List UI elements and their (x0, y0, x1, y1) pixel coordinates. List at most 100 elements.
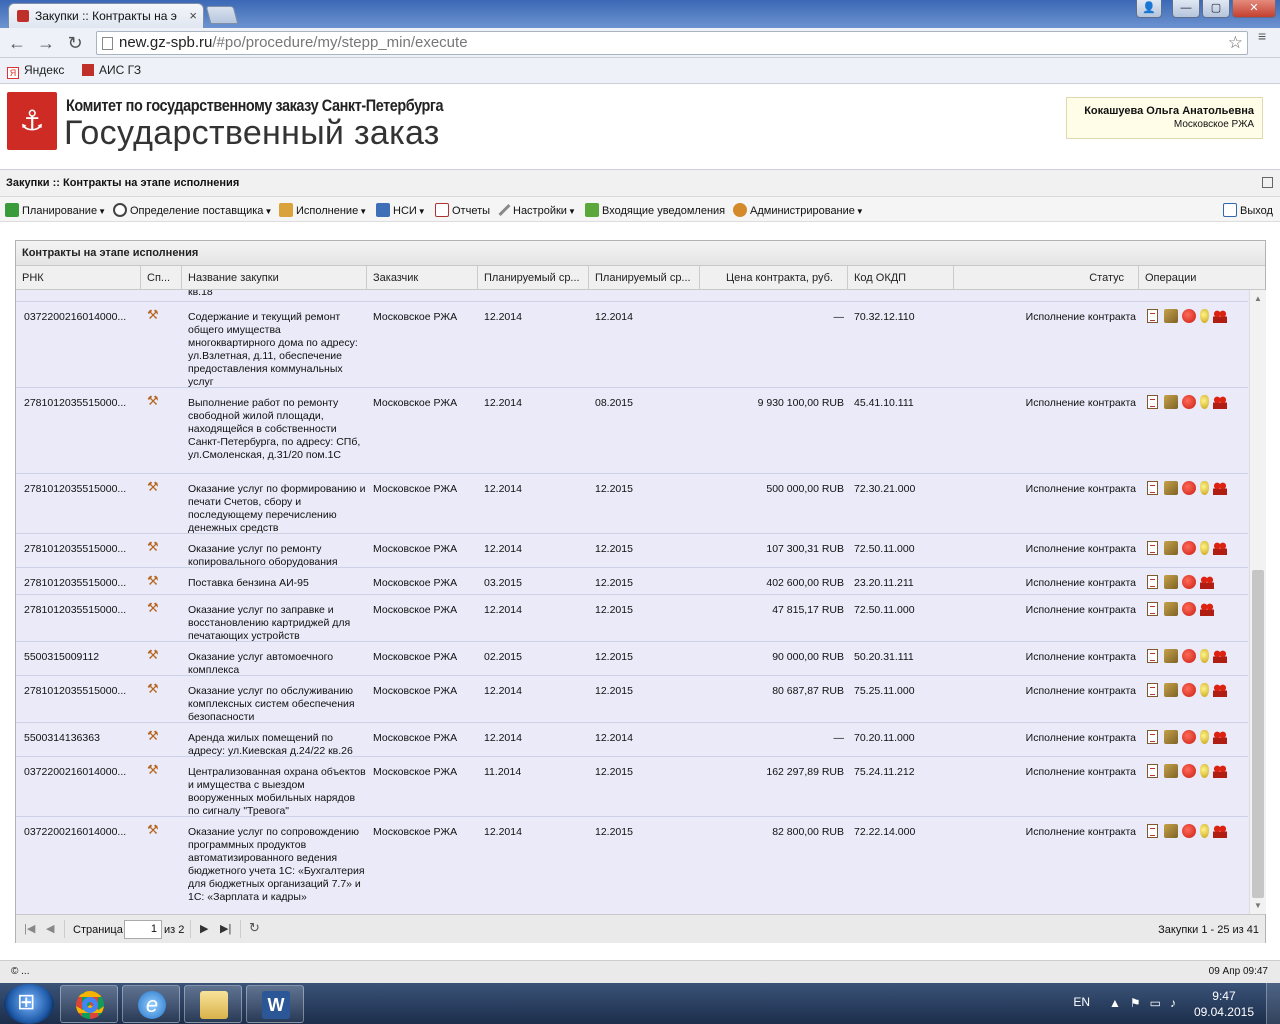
edit-contract-icon[interactable] (1164, 683, 1178, 697)
document-icon[interactable] (1147, 575, 1158, 589)
new-tab-button[interactable] (205, 6, 239, 24)
maximize-button[interactable]: ▢ (1202, 0, 1230, 18)
terminate-icon[interactable] (1182, 541, 1196, 555)
document-icon[interactable] (1147, 395, 1158, 409)
edit-contract-icon[interactable] (1164, 730, 1178, 744)
taskbar-chrome[interactable] (60, 985, 118, 1023)
col-header-rnk[interactable]: РНК (16, 266, 141, 290)
close-window-button[interactable]: ✕ (1232, 0, 1276, 18)
edit-contract-icon[interactable] (1164, 824, 1178, 838)
participants-icon[interactable] (1213, 683, 1227, 697)
payment-icon[interactable] (1200, 481, 1209, 495)
payment-icon[interactable] (1200, 764, 1209, 778)
table-row[interactable]: 2781012035515000... ⚒ Оказание услуг по фо… (16, 474, 1248, 534)
terminate-icon[interactable] (1182, 602, 1196, 616)
participants-icon[interactable] (1213, 824, 1227, 838)
forward-arrow-icon[interactable]: → (35, 32, 57, 54)
document-icon[interactable] (1147, 824, 1158, 838)
col-header-method[interactable]: Сп... (141, 266, 182, 290)
col-header-price[interactable]: Цена контракта, руб. (700, 266, 848, 290)
payment-icon[interactable] (1200, 309, 1209, 323)
show-desktop-button[interactable] (1266, 983, 1280, 1024)
terminate-icon[interactable] (1182, 683, 1196, 697)
browser-menu-icon[interactable]: ≡ (1258, 29, 1272, 43)
menu-reports[interactable]: Отчеты (435, 203, 490, 217)
address-bar[interactable]: new.gz-spb.ru/#po/procedure/my/stepp_min… (96, 31, 1248, 55)
terminate-icon[interactable] (1182, 395, 1196, 409)
payment-icon[interactable] (1200, 649, 1209, 663)
collapse-icon[interactable] (1262, 177, 1273, 188)
edit-contract-icon[interactable] (1164, 575, 1178, 589)
terminate-icon[interactable] (1182, 481, 1196, 495)
page-number-input[interactable]: 1 (124, 920, 162, 939)
taskbar-ie[interactable]: e (122, 985, 180, 1023)
start-button[interactable] (4, 984, 54, 1024)
logout-button[interactable]: Выход (1223, 203, 1273, 217)
bookmark-ais-gz[interactable]: АИС ГЗ (82, 63, 141, 77)
document-icon[interactable] (1147, 730, 1158, 744)
terminate-icon[interactable] (1182, 824, 1196, 838)
document-icon[interactable] (1147, 541, 1158, 555)
edit-contract-icon[interactable] (1164, 602, 1178, 616)
back-arrow-icon[interactable]: ← (6, 32, 28, 54)
table-row[interactable]: 0372200216014000... ⚒ Централизованная охр… (16, 757, 1248, 817)
edit-contract-icon[interactable] (1164, 481, 1178, 495)
last-page-icon[interactable]: ▶| (220, 922, 231, 935)
menu-settings[interactable]: Настройки▼ (498, 203, 576, 217)
scroll-up-arrow-icon[interactable]: ▲ (1254, 294, 1262, 303)
table-row[interactable]: 2781012035515000... ⚒ Выполнение работ по … (16, 388, 1248, 474)
minimize-button[interactable]: — (1172, 0, 1200, 18)
participants-icon[interactable] (1213, 481, 1227, 495)
terminate-icon[interactable] (1182, 730, 1196, 744)
table-row[interactable]: 2781012035515000... ⚒ Оказание услуг по ре… (16, 534, 1248, 568)
document-icon[interactable] (1147, 309, 1158, 323)
taskbar-word[interactable]: W (246, 985, 304, 1023)
terminate-icon[interactable] (1182, 764, 1196, 778)
tab-close-icon[interactable]: × (189, 8, 197, 23)
payment-icon[interactable] (1200, 395, 1209, 409)
table-row[interactable]: 0372200216014000... ⚒ Содержание и текущий… (16, 302, 1248, 388)
col-header-okdp[interactable]: Код ОКДП (848, 266, 954, 290)
participants-icon[interactable] (1200, 602, 1214, 616)
vertical-scrollbar[interactable]: ▲ ▼ (1249, 290, 1266, 914)
menu-nsi[interactable]: НСИ▼ (376, 203, 426, 217)
edit-contract-icon[interactable] (1164, 309, 1178, 323)
participants-icon[interactable] (1200, 575, 1214, 589)
menu-admin[interactable]: Администрирование▼ (733, 203, 864, 217)
participants-icon[interactable] (1213, 649, 1227, 663)
scrollbar-thumb[interactable] (1252, 570, 1264, 898)
col-header-status[interactable]: Статус (954, 266, 1139, 290)
menu-execution[interactable]: Исполнение▼ (279, 203, 367, 217)
taskbar-explorer[interactable] (184, 985, 242, 1023)
next-page-icon[interactable]: ▶ (200, 922, 208, 935)
edit-contract-icon[interactable] (1164, 541, 1178, 555)
document-icon[interactable] (1147, 764, 1158, 778)
menu-planning[interactable]: Планирование▼ (5, 203, 106, 217)
menu-supplier[interactable]: Определение поставщика▼ (113, 203, 272, 217)
participants-icon[interactable] (1213, 541, 1227, 555)
tray-icons[interactable]: ▲⚑▭♪ (1109, 996, 1185, 1010)
prev-page-icon[interactable]: ◀ (46, 922, 54, 935)
reload-icon[interactable]: ↻ (64, 32, 86, 54)
payment-icon[interactable] (1200, 541, 1209, 555)
col-header-name[interactable]: Название закупки (182, 266, 367, 290)
participants-icon[interactable] (1213, 395, 1227, 409)
payment-icon[interactable] (1200, 683, 1209, 697)
col-header-planned-date-2[interactable]: Планируемый ср... (589, 266, 700, 290)
table-row-partial[interactable]: кв.18 (16, 290, 1248, 302)
document-icon[interactable] (1147, 481, 1158, 495)
document-icon[interactable] (1147, 649, 1158, 663)
document-icon[interactable] (1147, 602, 1158, 616)
table-row[interactable]: 0372200216014000... ⚒ Оказание услуг по со… (16, 817, 1248, 914)
table-row[interactable]: 5500315009112 ⚒ Оказание услуг автомоечног… (16, 642, 1248, 676)
browser-tab[interactable]: Закупки :: Контракты на э × (8, 3, 204, 28)
first-page-icon[interactable]: |◀ (24, 922, 35, 935)
edit-contract-icon[interactable] (1164, 395, 1178, 409)
table-row[interactable]: 2781012035515000... ⚒ Оказание услуг по за… (16, 595, 1248, 642)
edit-contract-icon[interactable] (1164, 764, 1178, 778)
language-indicator[interactable]: EN (1073, 995, 1090, 1009)
edit-contract-icon[interactable] (1164, 649, 1178, 663)
user-profile-icon[interactable]: 👤 (1136, 0, 1162, 18)
participants-icon[interactable] (1213, 764, 1227, 778)
payment-icon[interactable] (1200, 824, 1209, 838)
